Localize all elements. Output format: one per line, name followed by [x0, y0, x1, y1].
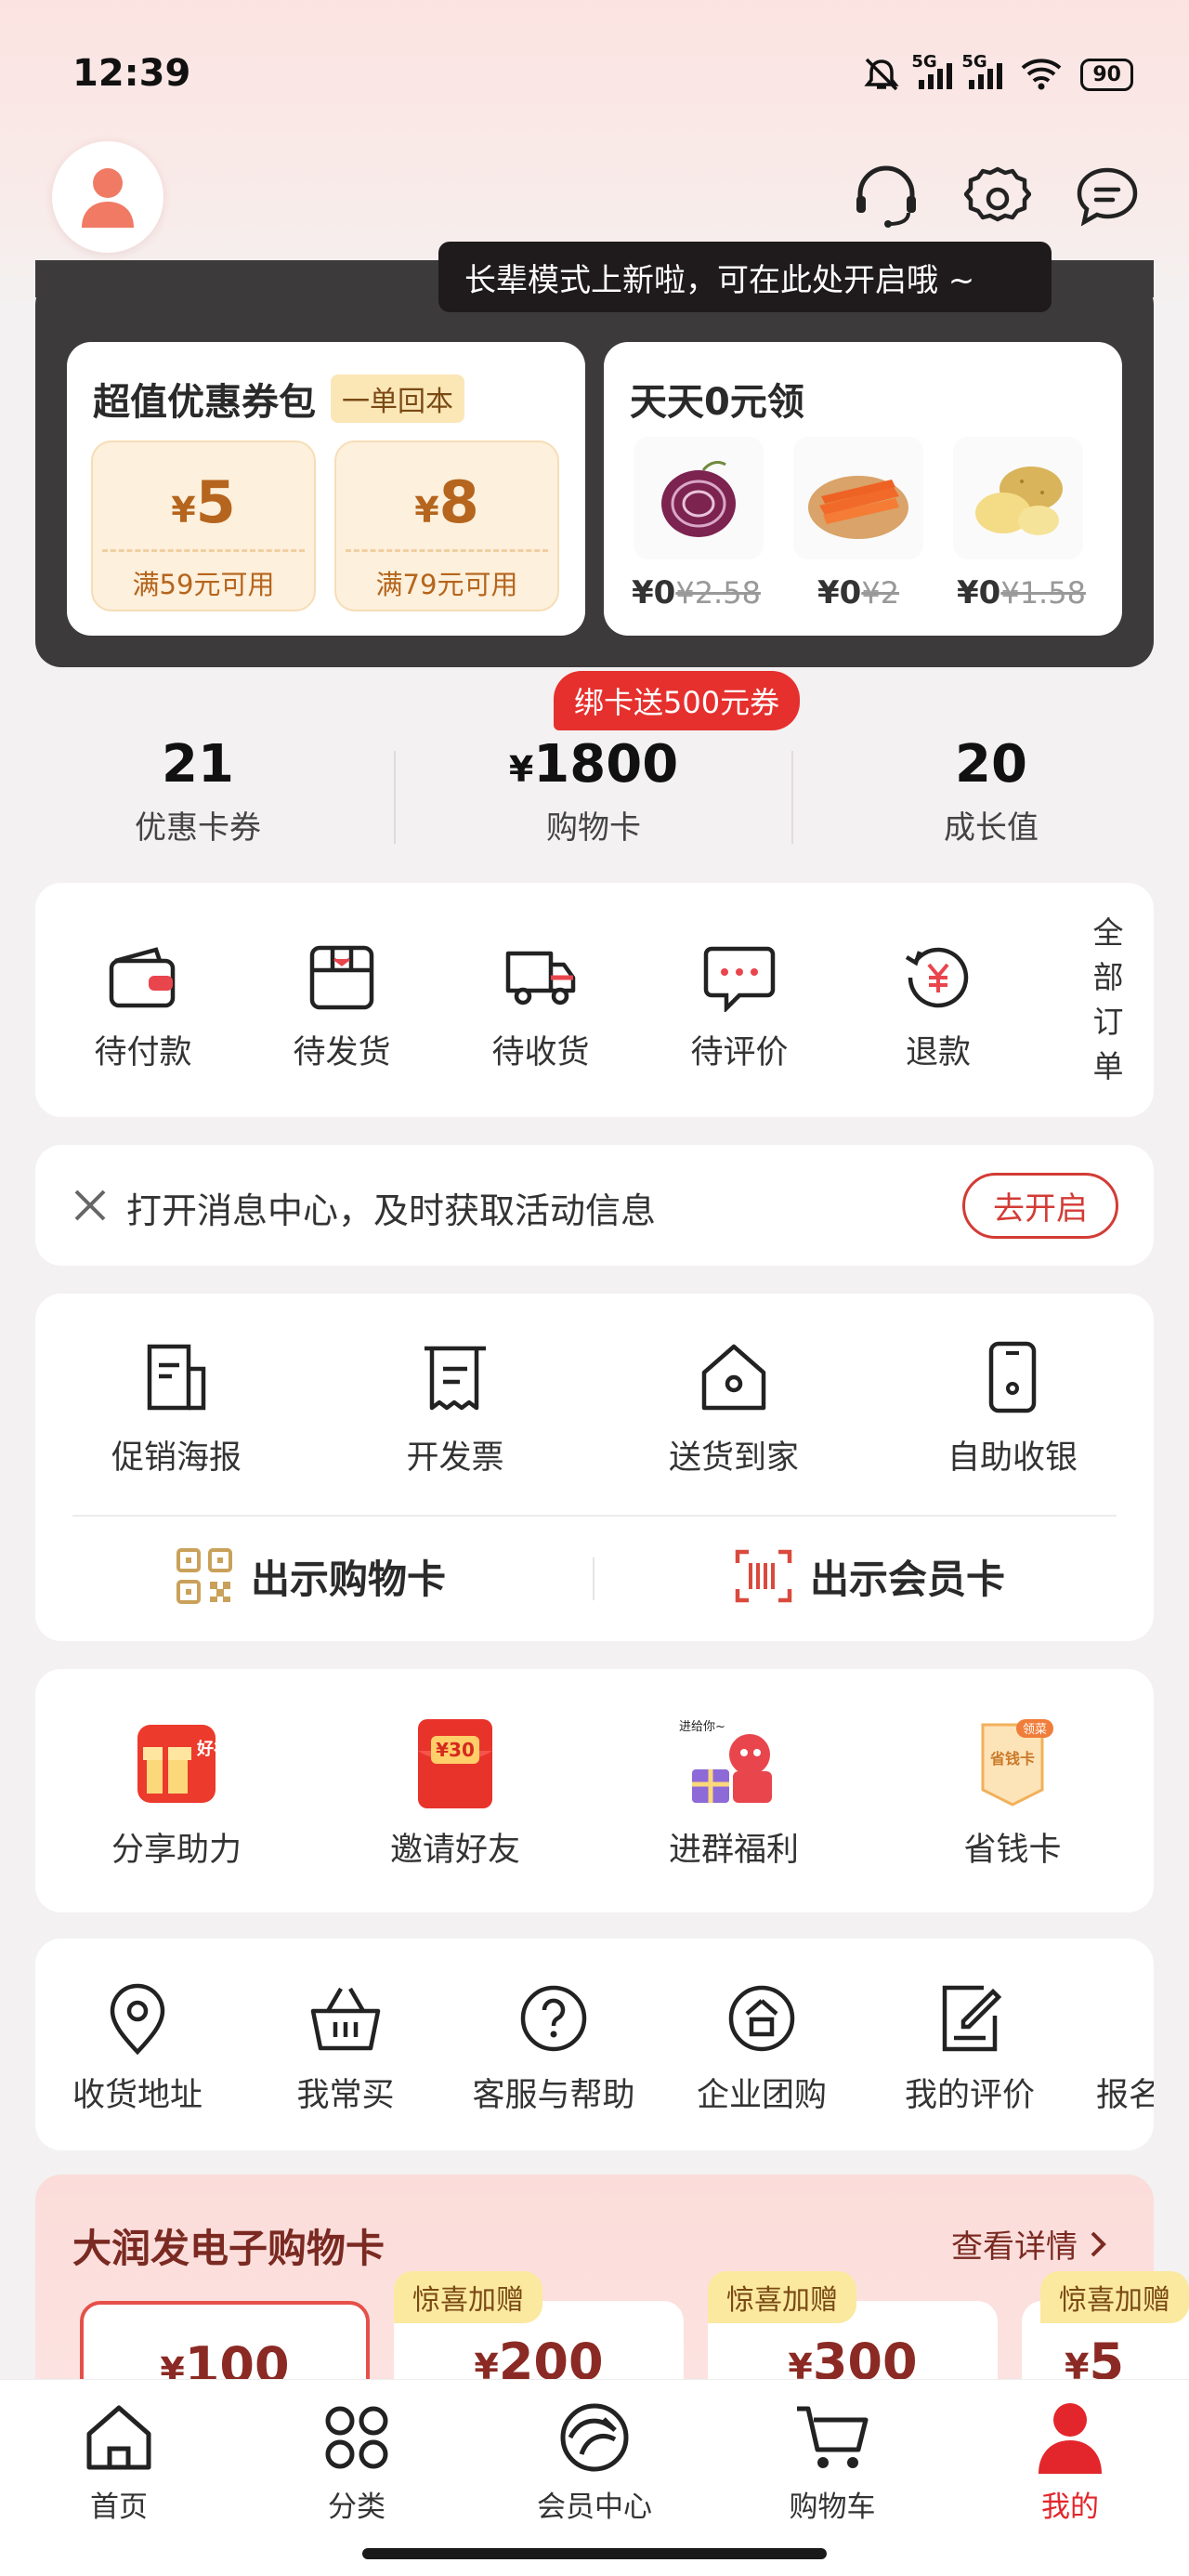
- stat-coupons[interactable]: 21 优惠卡券: [0, 734, 396, 848]
- tool-enterprise-purchase[interactable]: 企业团购: [658, 1979, 866, 2116]
- home-icon: [86, 2405, 151, 2470]
- cart-icon: [797, 2406, 869, 2468]
- show-member-card-button[interactable]: 出示会员卡: [734, 1546, 1005, 1606]
- refund-icon: [905, 947, 969, 1008]
- divider: [593, 1557, 594, 1600]
- enable-notifications-button[interactable]: 去开启: [962, 1173, 1118, 1239]
- tools-card: 收货地址 我常买 客服与帮助 企业团购 我的评价 报名: [35, 1939, 1154, 2150]
- red-onion-image[interactable]: [634, 437, 764, 559]
- service-promo-poster[interactable]: 促销海报: [37, 1338, 316, 1479]
- tool-my-reviews[interactable]: 我的评价: [866, 1979, 1074, 2116]
- service-home-delivery[interactable]: 送货到家: [594, 1338, 873, 1479]
- tool-address[interactable]: 收货地址: [35, 1979, 242, 2116]
- service-self-checkout[interactable]: 自助收银: [873, 1338, 1152, 1479]
- status-time: 12:39: [72, 52, 191, 95]
- tab-mine[interactable]: 我的: [977, 2398, 1163, 2525]
- promo-share-assist[interactable]: 好礼 分享助力: [37, 1717, 316, 1871]
- signal-2-icon: 5G: [961, 52, 1003, 89]
- invoice-icon: [425, 1346, 486, 1411]
- order-pending-review[interactable]: 待评价: [647, 939, 832, 1073]
- coupon-pack-tag: 一单回本: [331, 375, 464, 423]
- gift-card-title: 大润发电子购物卡: [72, 2226, 385, 2271]
- tab-cart[interactable]: 购物车: [739, 2398, 925, 2525]
- location-pin-icon: [110, 1983, 165, 2056]
- mute-icon: [864, 58, 900, 91]
- chevron-right-icon: [1091, 2231, 1106, 2256]
- tool-frequent-buy[interactable]: 我常买: [242, 1979, 450, 2116]
- user-active-icon: [1039, 2403, 1102, 2474]
- divider: [72, 1515, 1117, 1517]
- view-details-link[interactable]: 查看详情: [951, 2221, 1107, 2267]
- svg-text:¥30: ¥30: [436, 1739, 475, 1761]
- customer-service-icon[interactable]: [849, 160, 923, 234]
- tool-signup[interactable]: 报名: [1074, 1979, 1154, 2116]
- gift-box-icon: 好礼: [137, 1725, 221, 1803]
- enterprise-icon: [728, 1985, 795, 2052]
- svg-text:好礼: 好礼: [196, 1739, 221, 1759]
- user-avatar-icon: [82, 168, 134, 228]
- avatar[interactable]: [52, 141, 163, 253]
- coupon-pack-title: 超值优惠券包: [93, 381, 316, 424]
- order-pending-ship[interactable]: 待发货: [249, 939, 435, 1073]
- poster-icon: [147, 1344, 206, 1411]
- tab-home[interactable]: 首页: [26, 2398, 212, 2525]
- elder-mode-tooltip[interactable]: 长辈模式上新啦，可在此处开启哦 ~: [438, 242, 1052, 312]
- category-icon: [325, 2406, 388, 2469]
- coupon-pack-card[interactable]: 超值优惠券包 一单回本 ¥5 满59元可用 ¥8 满79元可用: [67, 342, 585, 636]
- svg-text:领菜: 领菜: [1023, 1723, 1047, 1737]
- member-center-icon: [560, 2403, 629, 2472]
- edit-review-icon: [942, 1985, 1002, 2052]
- close-icon[interactable]: [72, 1188, 108, 1223]
- coupon-item[interactable]: ¥5 满59元可用: [91, 440, 316, 611]
- settings-gear-icon[interactable]: [960, 160, 1035, 234]
- status-icons: 5G 5G 90: [861, 52, 1133, 93]
- mascot-gift-icon: 进给你~: [679, 1720, 772, 1803]
- coupon-item[interactable]: ¥8 满79元可用: [334, 440, 559, 611]
- potato-price: ¥0¥1.58: [957, 574, 1086, 611]
- truck-icon: [505, 951, 576, 1005]
- stat-growth[interactable]: 20 成长值: [793, 734, 1189, 848]
- battery-indicator: 90: [1080, 58, 1133, 91]
- signal-1-icon: 5G: [911, 52, 953, 89]
- svg-text:省钱卡: 省钱卡: [989, 1750, 1035, 1768]
- stat-shopping-card[interactable]: ¥1800 购物卡: [396, 734, 791, 848]
- notification-banner: 打开消息中心，及时获取活动信息 去开启: [35, 1145, 1154, 1266]
- package-icon: [309, 945, 374, 1010]
- onion-price: ¥0¥2.58: [632, 574, 761, 611]
- order-refund[interactable]: 退款: [845, 939, 1031, 1073]
- bind-card-promo-badge[interactable]: 绑卡送500元券: [554, 671, 801, 730]
- basket-icon: [310, 1987, 381, 2051]
- phone-icon: [988, 1341, 1037, 1413]
- home-delivery-icon: [701, 1344, 766, 1411]
- saving-card-icon: 领菜省钱卡: [981, 1719, 1053, 1807]
- promo-group-benefits[interactable]: 进给你~ 进群福利: [594, 1717, 873, 1871]
- promo-saving-card[interactable]: 领菜省钱卡 省钱卡: [873, 1717, 1152, 1871]
- qr-code-icon: [176, 1548, 232, 1604]
- order-pending-payment[interactable]: 待付款: [50, 939, 236, 1073]
- message-icon[interactable]: [1070, 160, 1144, 234]
- show-shopping-card-button[interactable]: 出示购物卡: [175, 1546, 446, 1606]
- carrot-image[interactable]: [793, 437, 923, 559]
- all-orders-link[interactable]: 全部订单: [1076, 911, 1141, 1085]
- carrot-price: ¥0¥2: [817, 574, 900, 611]
- free-daily-card[interactable]: 天天0元领 ¥0¥2.58 ¥0¥2 ¥0¥1.58: [604, 342, 1122, 636]
- potato-image[interactable]: [953, 437, 1083, 559]
- tab-category[interactable]: 分类: [264, 2398, 450, 2525]
- barcode-scan-icon: [735, 1549, 792, 1603]
- question-circle-icon: [520, 1985, 587, 2052]
- service-invoice[interactable]: 开发票: [316, 1338, 594, 1479]
- promo-invite-friends[interactable]: ¥30 邀请好友: [316, 1717, 594, 1871]
- home-indicator: [362, 2548, 827, 2559]
- notice-text: 打开消息中心，及时获取活动信息: [126, 1190, 657, 1231]
- order-pending-receive[interactable]: 待收货: [448, 939, 634, 1073]
- free-daily-title: 天天0元领: [630, 381, 804, 424]
- wallet-icon: [109, 947, 176, 1008]
- red-envelope-icon: ¥30: [418, 1719, 492, 1808]
- tool-help[interactable]: 客服与帮助: [450, 1979, 658, 2116]
- svg-text:进给你~: 进给你~: [679, 1720, 725, 1734]
- tab-member-center[interactable]: 会员中心: [502, 2398, 687, 2525]
- wifi-icon: [1022, 59, 1062, 90]
- comment-icon: [703, 946, 776, 1012]
